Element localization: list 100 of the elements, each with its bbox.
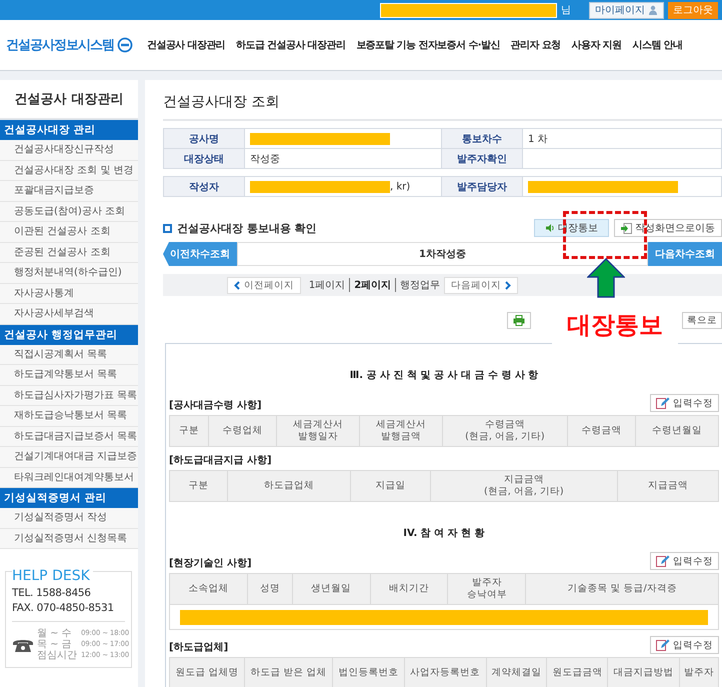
sidebar-item[interactable]: 기성실적증명서 신청목록 — [0, 528, 138, 549]
column-header: 소속업체 — [170, 574, 248, 604]
field-text: 작성중 — [250, 154, 280, 164]
field-label: 통보차수 — [442, 128, 522, 148]
user-icon — [648, 5, 658, 15]
column-header: 지급일 — [350, 470, 430, 502]
sidebar-item[interactable]: 재하도급승낙통보서 목록 — [0, 406, 138, 426]
column-header: 발주자 — [679, 658, 718, 687]
column-header: 발주자 승낙여부 — [448, 574, 526, 604]
previous-page-button[interactable]: 이전페이지 — [226, 276, 301, 294]
printer-icon — [513, 315, 525, 326]
section-title: 건설공사대장 통보내용 확인 — [177, 220, 317, 236]
column-header: 하도급업체 — [228, 470, 351, 502]
table-title: [현장기술인 사항] — [169, 557, 252, 570]
column-header: 사업자등록번호 — [404, 658, 486, 687]
page-link[interactable]: 1페이지 — [304, 278, 346, 292]
sidebar-item[interactable]: 하도급계약통보서 목록 — [0, 365, 138, 386]
edit-icon — [656, 397, 670, 409]
field-text: , kr) — [390, 181, 410, 192]
column-header: 구분 — [170, 470, 228, 502]
sidebar-item[interactable]: 이관된 건설공사 조회 — [0, 222, 138, 242]
column-header: 생년월일 — [292, 574, 370, 604]
fax-number: FAX. 070-4850-8531 — [12, 602, 115, 614]
sidebar-item[interactable]: 행정처분내역(하수급인) — [0, 263, 138, 284]
column-header: 수령년월일 — [636, 416, 718, 446]
sidebar-item[interactable]: 기성실적증명서 작성 — [0, 508, 138, 528]
round-status: 1차작성중 — [237, 242, 648, 266]
column-header: 수령업체 — [208, 416, 277, 446]
nav-item[interactable]: 관리자 요청 — [510, 38, 561, 52]
field-label: 작성자 — [164, 176, 244, 196]
column-header: 수령금액 — [568, 416, 636, 446]
nav-item[interactable]: 건설공사 대장관리 — [147, 38, 226, 52]
table-title: [공사대금수령 사항] — [169, 399, 262, 412]
sidebar-item[interactable]: 하도급대금지급보증서 목록 — [0, 426, 138, 447]
page-link[interactable]: 행정업무 — [395, 278, 440, 292]
sidebar-item[interactable]: 건설공사대장 조회 및 변경 — [0, 160, 138, 181]
sidebar-item[interactable]: 건설공사대장신규작성 — [0, 140, 138, 160]
field-text: 1 차 — [528, 134, 548, 144]
print-button[interactable] — [507, 312, 531, 329]
edit-icon — [656, 555, 670, 567]
edit-button[interactable]: 입력수정 — [650, 394, 719, 412]
up-arrow — [587, 258, 625, 298]
column-header: 계약체결일 — [486, 658, 547, 687]
sidebar-item[interactable]: 자사공사통계 — [0, 284, 138, 304]
user-suffix: 님 — [561, 4, 571, 17]
nav-item[interactable]: 하도급 건설공사 대장관리 — [236, 38, 346, 52]
column-header: 하도급 받은 업체 — [244, 658, 333, 687]
logo-icon — [117, 37, 133, 53]
mypage-button[interactable]: 마이페이지 — [589, 2, 664, 18]
edit-button[interactable]: 입력수정 — [650, 636, 719, 654]
sidebar-heading[interactable]: 건설공사대장 관리 — [0, 120, 138, 140]
sidebar-heading[interactable]: 기성실적증명서 관리 — [0, 488, 138, 508]
sidebar-item[interactable]: 직접시공계획서 목록 — [0, 344, 138, 365]
column-header: 세금계산서 발행일자 — [276, 416, 360, 446]
next-page-button[interactable]: 다음페이지 — [444, 276, 518, 294]
column-header: 구분 — [170, 416, 209, 446]
column-header: 수령금액 (현금, 어음, 기타) — [442, 416, 568, 446]
square-bullet-icon — [163, 224, 172, 232]
field-label: 발주담당자 — [442, 176, 522, 196]
column-header: 대금지급방법 — [608, 658, 680, 687]
hours-label: 점심시간 — [37, 650, 77, 661]
edit-icon — [656, 639, 670, 651]
sidebar-item[interactable]: 준공된 건설공사 조회 — [0, 242, 138, 263]
sidebar-item[interactable]: 포괄대금지급보증 — [0, 181, 138, 202]
field-label: 발주자확인 — [442, 148, 522, 168]
column-header: 성명 — [247, 574, 292, 604]
sidebar-heading[interactable]: 건설공사 행정업무관리 — [0, 324, 138, 344]
column-header: 법인등록번호 — [332, 658, 404, 687]
logo[interactable]: 건설공사정보시스템 — [6, 36, 114, 54]
field-label: 대장상태 — [164, 148, 244, 168]
column-header: 원도급금액 — [546, 658, 608, 687]
chevron-right-icon — [505, 280, 512, 290]
nav-item[interactable]: 보증포탈 기능 전자보증서 수·발신 — [356, 38, 500, 52]
column-header: 지급금액 (현금, 어음, 기타) — [430, 470, 618, 502]
page-link[interactable]: 2페이지 — [349, 278, 392, 292]
move-button[interactable]: 작성화면으로이동 — [614, 219, 722, 237]
hours-label: 목 ~ 금 — [37, 639, 73, 650]
field-label: 공사명 — [164, 128, 244, 148]
list-button[interactable]: 록으로 — [682, 312, 722, 329]
column-header: 배치기간 — [370, 574, 448, 604]
nav-item[interactable]: 시스템 안내 — [632, 38, 682, 52]
sidebar-item[interactable]: 공동도급(참여)공사 조회 — [0, 202, 138, 222]
speaker-icon — [545, 223, 555, 233]
nav-item[interactable]: 사용자 지원 — [572, 38, 622, 52]
report-heading: Ⅲ. 공 사 진 척 및 공 사 대 금 수 령 사 항 — [348, 369, 540, 382]
column-header: 기술종목 및 등급/자격증 — [526, 574, 718, 604]
page-title: 건설공사대장 조회 — [163, 80, 722, 121]
column-header: 세금계산서 발행금액 — [359, 416, 442, 446]
hours-label: 월 ~ 수 — [37, 628, 73, 639]
sidebar-item[interactable]: 타워크레인대여계약통보서 — [0, 468, 138, 488]
sidebar-item[interactable]: 하도급심사자가평가표 목록 — [0, 386, 138, 406]
table-title: [하도급대금지급 사항] — [169, 454, 272, 467]
column-header: 원도급 업체명 — [170, 658, 244, 687]
edit-button[interactable]: 입력수정 — [650, 552, 719, 570]
phone-number: TEL. 1588-8456 — [12, 587, 92, 599]
report-heading: IV. 참 여 자 현 황 — [402, 527, 486, 540]
sidebar-item[interactable]: 건설기계대여대금 지급보증 — [0, 447, 138, 468]
column-header: 지급금액 — [617, 470, 718, 502]
sidebar-item[interactable]: 자사공사세부검색 — [0, 304, 138, 324]
chevron-left-icon — [234, 280, 240, 290]
